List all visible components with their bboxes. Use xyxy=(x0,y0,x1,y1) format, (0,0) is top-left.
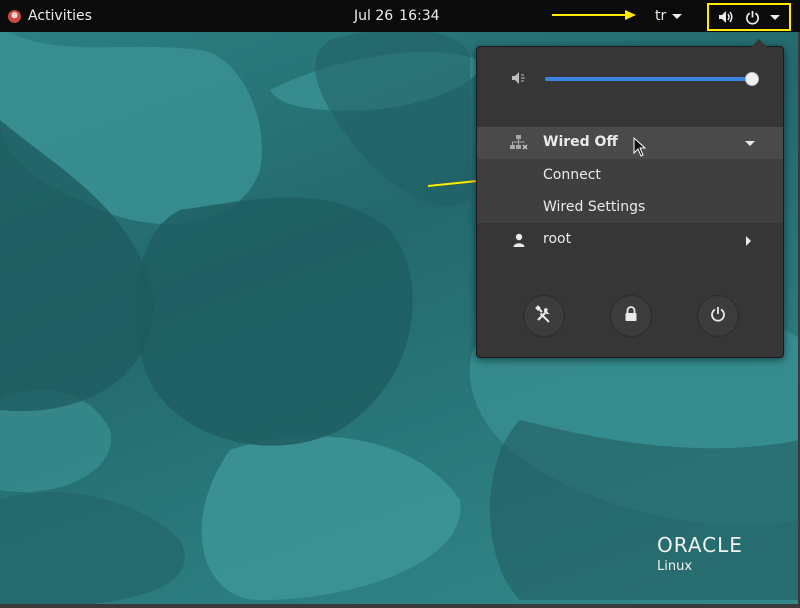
activities-label: Activities xyxy=(28,8,92,24)
brand-name: ORACLE xyxy=(657,533,743,557)
date-label: Jul 26 xyxy=(354,8,394,24)
window-frame-bottom xyxy=(0,604,800,608)
wired-status-label: Wired Off xyxy=(543,134,618,150)
mouse-pointer-icon xyxy=(633,136,647,157)
clock-button[interactable]: Jul 26 16:34 xyxy=(354,0,440,32)
user-icon xyxy=(513,233,525,247)
chevron-down-icon xyxy=(745,141,755,146)
input-source-button[interactable]: tr xyxy=(655,0,683,32)
brand-product: Linux xyxy=(657,559,693,574)
input-source-label: tr xyxy=(655,8,667,24)
power-icon xyxy=(744,9,760,25)
power-off-button[interactable] xyxy=(697,295,739,337)
volume-row xyxy=(477,61,783,97)
volume-muted-icon xyxy=(511,71,527,87)
volume-slider-fill xyxy=(545,77,752,81)
volume-icon xyxy=(718,9,734,25)
distro-logo-icon xyxy=(8,9,21,23)
wired-network-row[interactable]: Wired Off xyxy=(477,127,783,159)
system-menu: Wired Off Connect Wired Settings root xyxy=(476,39,784,358)
oracle-linux-logo: ORACLE Linux xyxy=(657,533,743,574)
power-icon xyxy=(710,306,726,326)
connect-menu-item[interactable]: Connect xyxy=(543,159,601,191)
user-name-label: root xyxy=(543,231,572,247)
chevron-down-icon xyxy=(770,14,780,20)
chevron-down-icon xyxy=(672,13,683,19)
wired-submenu: Connect Wired Settings xyxy=(477,159,783,223)
network-wired-disconnected-icon xyxy=(510,135,528,151)
volume-slider[interactable] xyxy=(545,72,759,86)
user-row[interactable]: root xyxy=(477,225,783,257)
settings-tools-icon xyxy=(535,305,553,327)
wired-settings-menu-item[interactable]: Wired Settings xyxy=(543,191,645,223)
time-label: 16:34 xyxy=(399,8,440,24)
lock-icon xyxy=(624,306,638,326)
volume-slider-handle[interactable] xyxy=(745,72,759,86)
system-menu-button[interactable] xyxy=(707,3,791,31)
lock-button[interactable] xyxy=(610,295,652,337)
activities-button[interactable]: Activities xyxy=(8,0,92,32)
top-bar: Activities Jul 26 16:34 tr xyxy=(0,0,800,32)
settings-button[interactable] xyxy=(523,295,565,337)
chevron-right-icon xyxy=(746,236,751,246)
